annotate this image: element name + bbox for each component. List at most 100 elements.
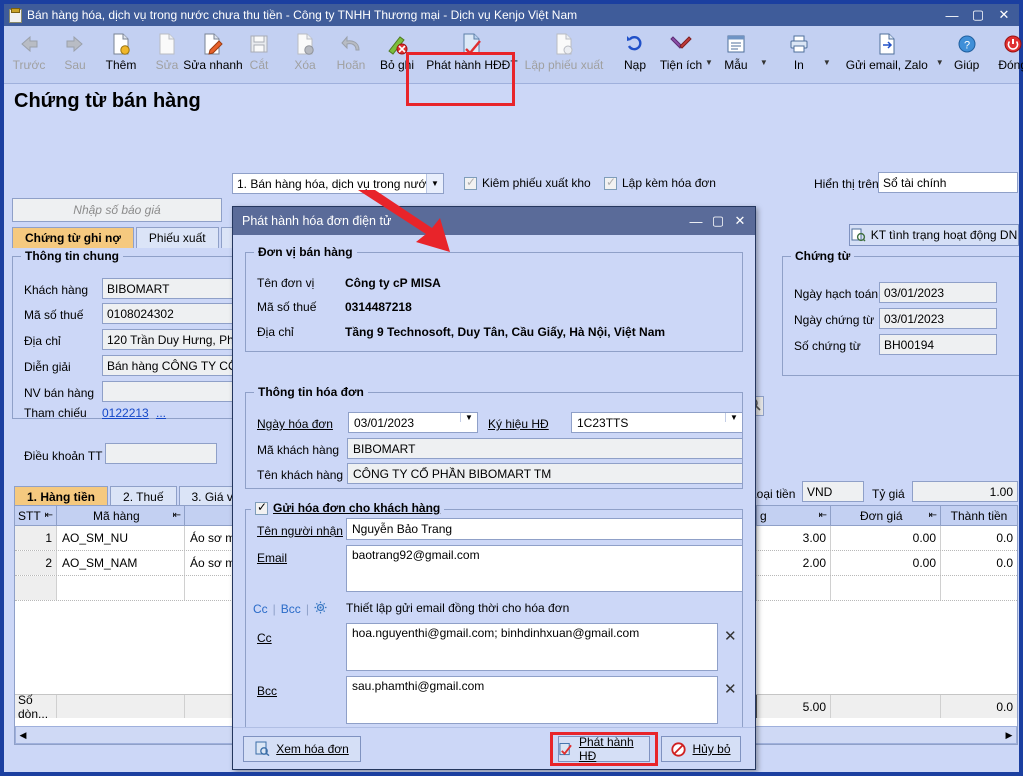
toolbar-button-gui-email-zalo[interactable]: Gửi email, Zalo [839, 28, 935, 83]
bcc-link[interactable]: Bcc [281, 602, 301, 616]
link-tham-chieu-more[interactable]: ... [156, 406, 166, 420]
input-ngay-hoa-don[interactable]: 03/01/2023 ▼ [348, 412, 478, 433]
checkbox-kiem-phieu-xuat-kho[interactable]: Kiêm phiếu xuất kho [464, 175, 591, 190]
tab-thue[interactable]: 2. Thuế [110, 486, 177, 507]
toolbar-button-in[interactable]: In [776, 28, 822, 83]
cancel-label: Hủy bỏ [692, 742, 731, 756]
dialog-footer: Xem hóa đơn Phát hành HĐ Hủy bỏ [233, 727, 755, 769]
column-label: Thành tiền [950, 508, 1008, 523]
unpost-icon [386, 31, 408, 57]
clear-cc-x-icon[interactable]: ✕ [724, 627, 737, 645]
tab-phieu-xuat[interactable]: Phiếu xuất [135, 227, 219, 248]
column-header-don-gia[interactable]: Đơn giá ⇤ [831, 506, 941, 525]
checkbox-box [464, 175, 477, 190]
close-button[interactable]: ✕ [991, 4, 1017, 26]
toolbar-label: Đóng [998, 58, 1023, 72]
column-header-thanh-tien[interactable]: Thành tiền [941, 506, 1017, 525]
toolbar-button-giup[interactable]: ? Giúp [944, 28, 990, 83]
chevron-down-icon-ngay-hoa-don[interactable]: ▼ [460, 413, 477, 422]
toolbar-button-mau[interactable]: Mẫu [713, 28, 759, 83]
column-header-stt[interactable]: STT ⇤ [15, 506, 57, 525]
input-loai-tien[interactable]: VND [802, 481, 864, 502]
pin-icon[interactable]: ⇤ [929, 510, 937, 521]
dialog-maximize-button[interactable]: ▢ [707, 207, 729, 235]
input-ky-hieu-hd[interactable]: 1C23TTS ▼ [571, 412, 743, 433]
clear-bcc-x-icon[interactable]: ✕ [724, 680, 737, 698]
toolbar-button-truoc[interactable]: Trước [6, 28, 52, 83]
checkbox-lap-kem-hoa-don[interactable]: Lập kèm hóa đơn [604, 175, 716, 190]
tab-chung-tu-ghi-no[interactable]: Chứng từ ghi nợ [12, 227, 134, 248]
input-ten-nguoi-nhan[interactable]: Nguyễn Bảo Trang [346, 518, 743, 540]
chevron-down-icon-doctype[interactable]: ▼ [426, 174, 443, 193]
biz-status-button[interactable]: KT tình trạng hoạt động DN [849, 224, 1019, 246]
save-cut-icon [249, 31, 269, 57]
scroll-left-arrow-icon[interactable]: ◀ [16, 730, 30, 741]
label-email: Email [257, 551, 288, 565]
toolbar-button-lap-phieu-xuat[interactable]: Lập phiếu xuất [524, 28, 604, 83]
toolbar-label: Mẫu [724, 58, 748, 72]
toolbar-button-phat-hanh-hddt[interactable]: Phát hành HĐĐT [420, 28, 524, 83]
input-bcc[interactable]: sau.phamthi@gmail.com [346, 676, 718, 724]
column-header-so-luong[interactable]: g ⇤ [757, 506, 831, 525]
toolbar-button-tien-ich[interactable]: Tiện ích [658, 28, 704, 83]
input-ma-khach-hang[interactable]: BIBOMART [347, 438, 743, 459]
add-document-icon [111, 31, 131, 57]
toolbar-button-xoa[interactable]: Xóa [282, 28, 328, 83]
gear-icon[interactable] [314, 601, 327, 617]
chevron-down-icon-email[interactable]: ▼ [935, 28, 944, 83]
pin-icon[interactable]: ⇤ [45, 510, 53, 521]
toolbar-button-dong[interactable]: Đóng [990, 28, 1023, 83]
input-ty-gia[interactable]: 1.00 [912, 481, 1018, 502]
input-email[interactable]: baotrang92@gmail.com [346, 545, 743, 592]
display-on-book-value[interactable]: Sổ tài chính [878, 172, 1018, 193]
chevron-down-icon-ky-hieu-hd[interactable]: ▼ [725, 413, 742, 422]
chevron-down-icon-tien-ich[interactable]: ▼ [704, 28, 713, 83]
column-label: Mã hàng [92, 508, 140, 523]
toolbar-label: Thêm [105, 58, 137, 72]
cell-don-gia: 0.00 [831, 551, 941, 575]
link-tham-chieu[interactable]: 0122213 [102, 406, 149, 420]
toolbar-button-sau[interactable]: Sau [52, 28, 98, 83]
toolbar-label: Nạp [623, 58, 646, 72]
input-cc[interactable]: hoa.nguyenthi@gmail.com; binhdinhxuan@gm… [346, 623, 718, 671]
dialog-minimize-button[interactable]: — [685, 207, 707, 235]
column-header-ma-hang[interactable]: Mã hàng ⇤ [57, 506, 185, 525]
quick-edit-icon [202, 31, 224, 57]
chevron-down-icon-in[interactable]: ▼ [822, 28, 831, 83]
toolbar-button-them[interactable]: Thêm [98, 28, 144, 83]
maximize-button[interactable]: ▢ [965, 4, 991, 26]
scroll-right-arrow-icon[interactable]: ▶ [1002, 730, 1016, 741]
toolbar-label: Tiện ích [659, 58, 703, 72]
window-titlebar: Bán hàng hóa, dịch vụ trong nước chưa th… [4, 4, 1019, 26]
value-dia-chi-seller: Tầng 9 Technosoft, Duy Tân, Cầu Giấy, Hà… [345, 325, 666, 339]
label-cc: Cc [257, 631, 272, 645]
toolbar-button-bo-ghi[interactable]: Bỏ ghi [374, 28, 420, 83]
input-ten-khach-hang[interactable]: CÔNG TY CỔ PHẦN BIBOMART TM [347, 463, 743, 484]
checkbox-gui-hoa-don[interactable]: Gửi hóa đơn cho khách hàng [251, 500, 445, 515]
label-ngay-chung-tu: Ngày chứng từ [794, 313, 875, 327]
tab-label: 2. Thuế [123, 490, 164, 504]
issue-invoice-button[interactable]: Phát hành HĐ [558, 735, 650, 763]
toolbar-button-nap[interactable]: Nạp [612, 28, 658, 83]
back-arrow-icon [18, 31, 40, 57]
label-tham-chieu: Tham chiếu [24, 406, 87, 420]
quote-number-input[interactable]: Nhập số báo giá [12, 198, 222, 222]
toolbar-button-sua-nhanh[interactable]: Sửa nhanh [183, 28, 243, 83]
input-dieu-khoan-tt[interactable] [105, 443, 217, 464]
toolbar-button-sua[interactable]: Sửa [144, 28, 190, 83]
input-ngay-chung-tu[interactable]: 03/01/2023 [879, 308, 997, 329]
pin-icon[interactable]: ⇤ [173, 510, 181, 521]
input-so-chung-tu[interactable]: BH00194 [879, 334, 997, 355]
chevron-down-icon-mau[interactable]: ▼ [759, 28, 768, 83]
cancel-button[interactable]: Hủy bỏ [661, 736, 741, 762]
toolbar-button-hoan[interactable]: Hoãn [328, 28, 374, 83]
toolbar-button-cat[interactable]: Cắt [236, 28, 282, 83]
pin-icon[interactable]: ⇤ [819, 510, 827, 521]
tab-hang-tien[interactable]: 1. Hàng tiền [14, 486, 109, 507]
document-type-combo[interactable]: 1. Bán hàng hóa, dịch vụ trong nước ▼ [232, 173, 444, 195]
minimize-button[interactable]: — [939, 4, 965, 26]
view-invoice-button[interactable]: Xem hóa đơn [243, 735, 361, 762]
cc-link[interactable]: Cc [253, 602, 268, 616]
dialog-close-button[interactable]: ✕ [729, 207, 751, 235]
input-ngay-hach-toan[interactable]: 03/01/2023 [879, 282, 997, 303]
